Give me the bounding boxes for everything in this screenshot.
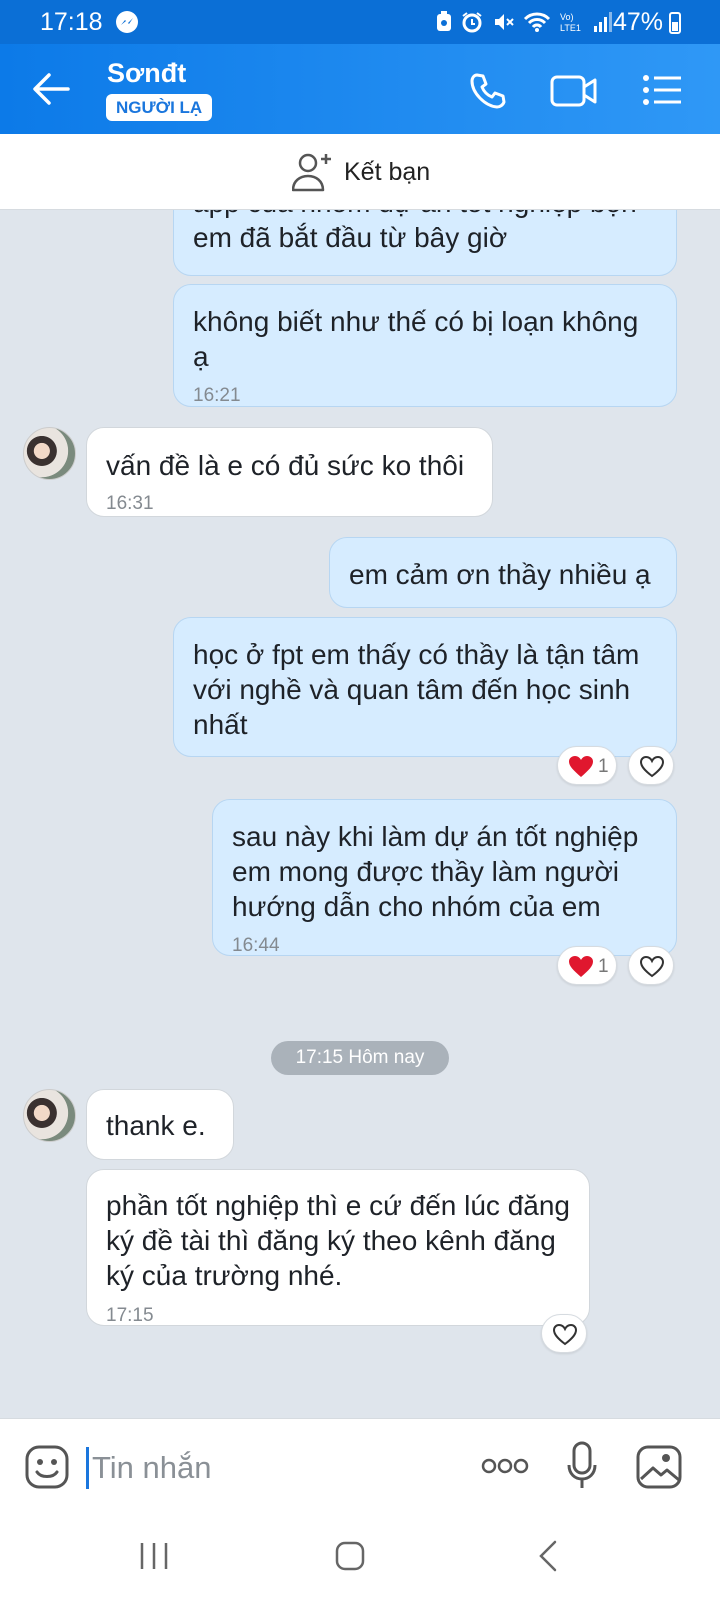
message-text: không biết như thế có bị loạn không ạ bbox=[193, 306, 639, 372]
chat-header: Sơnđt NGƯỜI LẠ bbox=[0, 44, 720, 134]
alarm-icon bbox=[462, 12, 482, 33]
status-icons: Vo) LTE1 bbox=[436, 10, 613, 34]
heart-outline-icon bbox=[639, 755, 665, 778]
red-heart-icon bbox=[569, 956, 593, 977]
reaction-count[interactable]: 1 bbox=[557, 946, 617, 985]
home-icon[interactable] bbox=[334, 1540, 366, 1577]
message-bubble-outgoing[interactable]: sau này khi làm dự án tốt nghiệp em mong… bbox=[212, 799, 677, 956]
volte-icon: Vo)LTE1 bbox=[560, 12, 581, 33]
signal-icon bbox=[594, 12, 612, 32]
status-bar: 17:18 Vo) LTE1 47% bbox=[0, 0, 720, 44]
message-bubble-incoming[interactable]: vấn đề là e có đủ sức ko thôi 16:31 bbox=[86, 427, 493, 517]
svg-text:Vo): Vo) bbox=[560, 12, 574, 22]
menu-list-icon[interactable] bbox=[642, 74, 682, 111]
reaction-number: 1 bbox=[598, 756, 609, 777]
message-text: học ở fpt em thấy có thầy là tận tâm với… bbox=[193, 639, 640, 740]
system-back-icon[interactable] bbox=[538, 1540, 558, 1577]
add-friend-icon bbox=[291, 152, 336, 197]
more-options-icon[interactable] bbox=[481, 1457, 529, 1480]
svg-text:LTE1: LTE1 bbox=[560, 23, 581, 33]
message-bubble-outgoing[interactable]: không biết như thế có bị loạn không ạ 16… bbox=[173, 284, 677, 407]
message-text: thank e. bbox=[106, 1110, 206, 1141]
text-caret bbox=[86, 1447, 89, 1489]
recent-apps-icon[interactable] bbox=[139, 1541, 169, 1576]
voice-call-icon[interactable] bbox=[468, 72, 506, 115]
message-input-bar: Tin nhắn bbox=[0, 1418, 720, 1518]
message-bubble-outgoing[interactable]: app của nhóm dự án tốt nghiệp bọn em đã … bbox=[173, 210, 677, 276]
react-heart-button[interactable] bbox=[541, 1314, 587, 1353]
image-gallery-icon[interactable] bbox=[636, 1445, 682, 1494]
data-saver-icon bbox=[437, 11, 451, 31]
reaction-number: 1 bbox=[598, 956, 609, 977]
status-time: 17:18 bbox=[40, 8, 103, 36]
message-text: app của nhóm dự án tốt nghiệp bọn em đã … bbox=[193, 210, 637, 253]
heart-outline-icon bbox=[639, 955, 665, 978]
message-bubble-incoming[interactable]: thank e. bbox=[86, 1089, 234, 1160]
message-time: 17:15 bbox=[106, 1305, 154, 1326]
message-bubble-incoming[interactable]: phần tốt nghiệp thì e cứ đến lúc đăng ký… bbox=[86, 1169, 590, 1326]
contact-avatar[interactable] bbox=[23, 1089, 76, 1142]
back-arrow-icon[interactable] bbox=[32, 72, 70, 111]
add-friend-label: Kết bạn bbox=[344, 158, 431, 186]
microphone-icon[interactable] bbox=[567, 1441, 597, 1496]
stranger-badge: NGƯỜI LẠ bbox=[106, 94, 213, 121]
red-heart-icon bbox=[569, 756, 593, 777]
add-friend-bar[interactable]: Kết bạn bbox=[0, 134, 720, 210]
message-text: em cảm ơn thầy nhiều ạ bbox=[349, 559, 651, 590]
battery-percent: 47% bbox=[613, 8, 664, 36]
message-bubble-outgoing[interactable]: học ở fpt em thấy có thầy là tận tâm với… bbox=[173, 617, 677, 757]
mute-icon bbox=[495, 14, 514, 30]
message-text: vấn đề là e có đủ sức ko thôi bbox=[106, 450, 465, 481]
react-heart-button[interactable] bbox=[628, 946, 674, 985]
message-time: 16:44 bbox=[232, 935, 280, 956]
message-text: sau này khi làm dự án tốt nghiệp em mong… bbox=[232, 821, 639, 922]
reaction-count[interactable]: 1 bbox=[557, 746, 617, 785]
messenger-notification-icon bbox=[116, 11, 138, 33]
heart-outline-icon bbox=[552, 1323, 578, 1346]
message-text: phần tốt nghiệp thì e cứ đến lúc đăng ký… bbox=[106, 1190, 570, 1291]
message-time: 16:31 bbox=[106, 493, 154, 514]
system-nav-bar bbox=[0, 1518, 720, 1600]
date-separator: 17:15 Hôm nay bbox=[271, 1041, 449, 1075]
contact-avatar[interactable] bbox=[23, 427, 76, 480]
wifi-icon bbox=[523, 12, 551, 32]
message-time: 16:21 bbox=[193, 385, 241, 406]
message-input[interactable]: Tin nhắn bbox=[92, 1450, 212, 1486]
battery-icon bbox=[669, 12, 681, 34]
react-heart-button[interactable] bbox=[628, 746, 674, 785]
video-call-icon[interactable] bbox=[550, 74, 598, 113]
message-bubble-outgoing[interactable]: em cảm ơn thầy nhiều ạ bbox=[329, 537, 677, 608]
contact-name[interactable]: Sơnđt bbox=[107, 58, 186, 89]
sticker-emoji-icon[interactable] bbox=[25, 1445, 69, 1494]
message-list[interactable]: app của nhóm dự án tốt nghiệp bọn em đã … bbox=[0, 210, 720, 1418]
